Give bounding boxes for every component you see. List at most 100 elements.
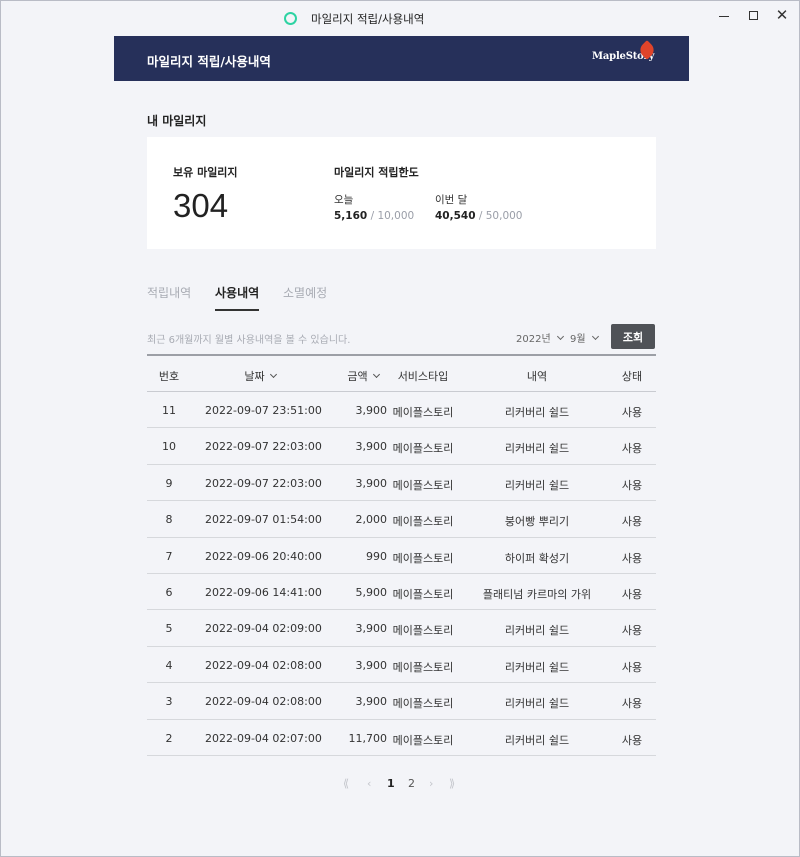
row-description: 하이퍼 확성기 xyxy=(504,551,570,565)
maximize-button[interactable] xyxy=(738,1,768,29)
table-row: 5 2022-09-04 02:09:00 3,900 메이플스토리 리커버리 쉴드 사용 xyxy=(147,610,656,647)
row-status: 사용 xyxy=(621,551,643,565)
row-amount: 11,700 xyxy=(348,731,388,745)
row-service: 메이플스토리 xyxy=(392,660,454,674)
search-button[interactable]: 조회 xyxy=(611,324,655,349)
row-date: 2022-09-07 01:54:00 xyxy=(205,513,322,527)
row-service: 메이플스토리 xyxy=(392,733,454,747)
table-row: 6 2022-09-06 14:41:00 5,900 메이플스토리 플래티넘 카르마의… xyxy=(147,574,656,611)
row-description: 리커버리 쉴드 xyxy=(504,478,570,492)
table-row: 9 2022-09-07 22:03:00 3,900 메이플스토리 리커버리 쉴드 사용 xyxy=(147,465,656,502)
my-mileage-heading: 내 마일리지 xyxy=(147,114,207,128)
row-number: 3 xyxy=(165,695,173,709)
page-header: 마일리지 적립/사용내역 MapleStory xyxy=(114,36,689,81)
row-date: 2022-09-07 22:03:00 xyxy=(205,476,322,490)
month-max: / 50,000 xyxy=(478,210,523,222)
row-number: 10 xyxy=(162,440,176,454)
row-date: 2022-09-06 14:41:00 xyxy=(205,585,322,599)
month-label: 이번 달 xyxy=(435,194,468,206)
header-amount-sort[interactable]: 금액 xyxy=(333,368,393,384)
maximize-icon xyxy=(748,10,758,20)
chevron-down-icon xyxy=(591,332,599,340)
last-page-icon[interactable]: ⟫ xyxy=(449,777,455,790)
row-service: 메이플스토리 xyxy=(392,624,454,638)
first-page-icon[interactable]: ⟪ xyxy=(343,777,349,790)
row-date: 2022-09-04 02:09:00 xyxy=(205,622,322,636)
today-limit: 오늘 5,160 / 10,000 xyxy=(334,192,414,222)
today-value: 5,160 xyxy=(334,210,368,222)
row-amount: 3,900 xyxy=(355,622,388,636)
row-amount: 2,000 xyxy=(355,513,388,527)
row-number: 6 xyxy=(165,585,173,599)
row-status: 사용 xyxy=(621,587,643,601)
row-status: 사용 xyxy=(621,478,643,492)
row-number: 11 xyxy=(162,404,176,417)
row-number: 9 xyxy=(165,476,173,490)
row-description: 리커버리 쉴드 xyxy=(504,733,570,747)
row-description: 리커버리 쉴드 xyxy=(504,697,570,711)
row-amount: 5,900 xyxy=(355,585,388,599)
header-date-sort[interactable]: 날짜 xyxy=(205,368,315,384)
header-service-type: 서비스타입 xyxy=(397,370,449,383)
row-description: 리커버리 쉴드 xyxy=(504,406,570,419)
page-1[interactable]: 1 xyxy=(387,777,395,790)
header-number: 번호 xyxy=(158,370,180,383)
prev-page-icon[interactable]: ‹ xyxy=(367,777,371,790)
row-description: 붕어빵 뿌리기 xyxy=(504,515,570,529)
row-status: 사용 xyxy=(621,624,643,638)
month-select-value: 9월 xyxy=(570,334,586,345)
next-page-icon[interactable]: › xyxy=(429,777,433,790)
row-service: 메이플스토리 xyxy=(392,478,454,492)
owned-mileage-value: 304 xyxy=(173,187,229,224)
row-service: 메이플스토리 xyxy=(392,515,454,529)
table-row: 3 2022-09-04 02:08:00 3,900 메이플스토리 리커버리 쉴드 사용 xyxy=(147,683,656,720)
tab-earned[interactable]: 적립내역 xyxy=(147,284,191,309)
row-amount: 3,900 xyxy=(355,658,388,672)
row-status: 사용 xyxy=(621,697,643,711)
row-status: 사용 xyxy=(621,660,643,674)
history-notice: 최근 6개월까지 월별 사용내역을 볼 수 있습니다. xyxy=(147,335,351,346)
month-limit: 이번 달 40,540 / 50,000 xyxy=(435,192,523,222)
header-description: 내역 xyxy=(526,370,548,383)
table-row: 10 2022-09-07 22:03:00 3,900 메이플스토리 리커버리 쉴드 사… xyxy=(147,428,656,465)
year-select-value: 2022년 xyxy=(516,334,551,345)
page-title: 마일리지 적립/사용내역 xyxy=(147,54,271,69)
mileage-limit-label: 마일리지 적립한도 xyxy=(334,166,419,179)
close-button[interactable]: ✕ xyxy=(767,1,797,29)
tab-expiring[interactable]: 소멸예정 xyxy=(283,284,327,309)
month-select[interactable]: 9월 xyxy=(570,330,599,345)
row-service: 메이플스토리 xyxy=(392,551,454,565)
row-date: 2022-09-06 20:40:00 xyxy=(205,549,322,563)
window-title: 마일리지 적립/사용내역 xyxy=(311,12,425,26)
row-date: 2022-09-04 02:08:00 xyxy=(205,658,322,672)
table-row: 11 2022-09-07 23:51:00 3,900 메이플스토리 리커버리 쉴드 사… xyxy=(147,392,656,429)
row-number: 4 xyxy=(165,658,173,672)
minimize-icon xyxy=(719,15,729,17)
chevron-down-icon xyxy=(269,370,277,379)
row-description: 리커버리 쉴드 xyxy=(504,624,570,638)
row-amount: 3,900 xyxy=(355,440,388,454)
row-status: 사용 xyxy=(621,733,643,747)
row-amount: 3,900 xyxy=(355,476,388,490)
close-icon: ✕ xyxy=(775,5,789,24)
table-row: 8 2022-09-07 01:54:00 2,000 메이플스토리 붕어빵 뿌리기 사용 xyxy=(147,501,656,538)
row-description: 플래티넘 카르마의 가위 xyxy=(482,587,592,601)
chevron-down-icon xyxy=(556,332,564,340)
tab-used[interactable]: 사용내역 xyxy=(215,284,260,311)
row-description: 리커버리 쉴드 xyxy=(504,442,570,456)
today-max: / 10,000 xyxy=(370,210,415,222)
row-number: 5 xyxy=(165,622,173,636)
app-window: 마일리지 적립/사용내역 ✕ 마일리지 적립/사용내역 MapleStory 내… xyxy=(0,0,800,857)
row-status: 사용 xyxy=(621,442,643,456)
minimize-button[interactable] xyxy=(709,1,739,29)
row-amount: 3,900 xyxy=(355,404,388,417)
header-status: 상태 xyxy=(621,370,643,383)
row-service: 메이플스토리 xyxy=(392,406,454,419)
page-2[interactable]: 2 xyxy=(408,777,415,790)
today-label: 오늘 xyxy=(334,194,354,206)
row-date: 2022-09-07 23:51:00 xyxy=(205,404,322,417)
table-row: 4 2022-09-04 02:08:00 3,900 메이플스토리 리커버리 쉴드 사용 xyxy=(147,647,656,684)
row-number: 8 xyxy=(165,513,173,527)
row-service: 메이플스토리 xyxy=(392,587,454,601)
year-select[interactable]: 2022년 xyxy=(516,330,564,345)
